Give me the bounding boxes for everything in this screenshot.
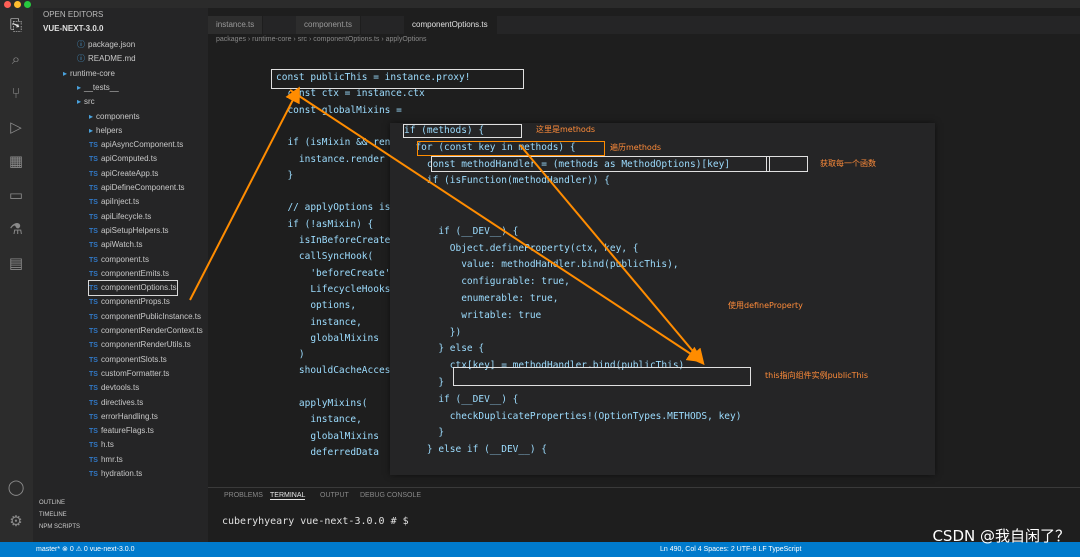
status-right[interactable]: Ln 490, Col 4 Spaces: 2 UTF-8 LF TypeScr… [660, 542, 802, 557]
csdn-watermark: CSDN @我自闲了？ [932, 527, 1070, 545]
terminal-prompt[interactable]: cuberyhyeary vue-next-3.0.0 # $ [222, 516, 409, 527]
panel-tab-output[interactable]: OUTPUT [320, 492, 349, 499]
arrow-file-to-publicthis [189, 86, 300, 301]
status-left[interactable]: master* ⊗ 0 ⚠ 0 vue-next-3.0.0 [36, 542, 135, 557]
arrow-publicthis-to-bind [289, 89, 704, 363]
panel-tab-problems[interactable]: PROBLEMS [224, 492, 263, 499]
panel-tab-debug-console[interactable]: DEBUG CONSOLE [360, 492, 421, 499]
arrow-loop-to-bind [519, 144, 705, 366]
panel-tab-terminal[interactable]: TERMINAL [270, 492, 306, 500]
status-bar: master* ⊗ 0 ⚠ 0 vue-next-3.0.0 Ln 490, C… [0, 542, 1080, 557]
annotation-arrows [189, 86, 705, 366]
